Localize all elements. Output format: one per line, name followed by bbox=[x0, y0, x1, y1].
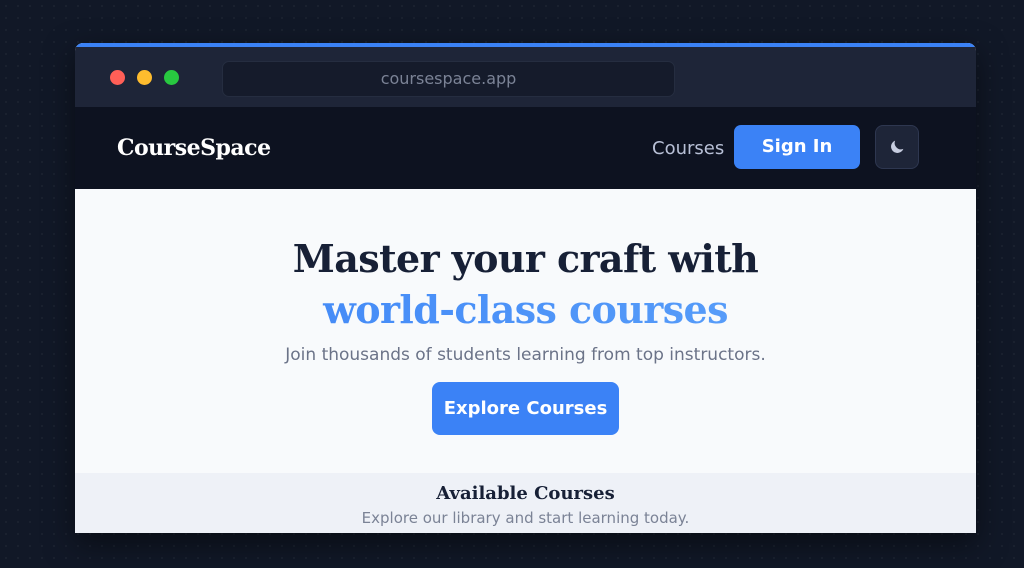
brand-logo[interactable]: CourseSpace bbox=[117, 135, 271, 161]
available-courses-section: Available Courses Explore our library an… bbox=[75, 473, 976, 533]
minimize-window-button[interactable] bbox=[137, 70, 152, 85]
hero-section: Master your craft with world-class cours… bbox=[75, 189, 976, 473]
close-window-button[interactable] bbox=[110, 70, 125, 85]
explore-courses-button[interactable]: Explore Courses bbox=[432, 382, 619, 435]
sign-in-button[interactable]: Sign In bbox=[734, 125, 860, 169]
hero-title-line1: Master your craft with bbox=[292, 236, 759, 281]
maximize-window-button[interactable] bbox=[164, 70, 179, 85]
browser-chrome: coursespace.app bbox=[75, 47, 976, 107]
theme-toggle-button[interactable] bbox=[875, 125, 919, 169]
hero-subtitle: Join thousands of students learning from… bbox=[285, 345, 766, 365]
section-title: Available Courses bbox=[436, 483, 615, 504]
nav-link-courses[interactable]: Courses bbox=[652, 138, 724, 159]
site-navbar: CourseSpace Courses Sign In bbox=[75, 107, 976, 189]
section-subtitle: Explore our library and start learning t… bbox=[361, 509, 690, 527]
hero-title-highlight: world-class courses bbox=[75, 284, 976, 335]
browser-window: coursespace.app CourseSpace Courses Sign… bbox=[75, 43, 976, 533]
address-bar[interactable]: coursespace.app bbox=[222, 61, 675, 97]
moon-icon bbox=[891, 140, 904, 153]
hero-title: Master your craft with world-class cours… bbox=[75, 189, 976, 335]
